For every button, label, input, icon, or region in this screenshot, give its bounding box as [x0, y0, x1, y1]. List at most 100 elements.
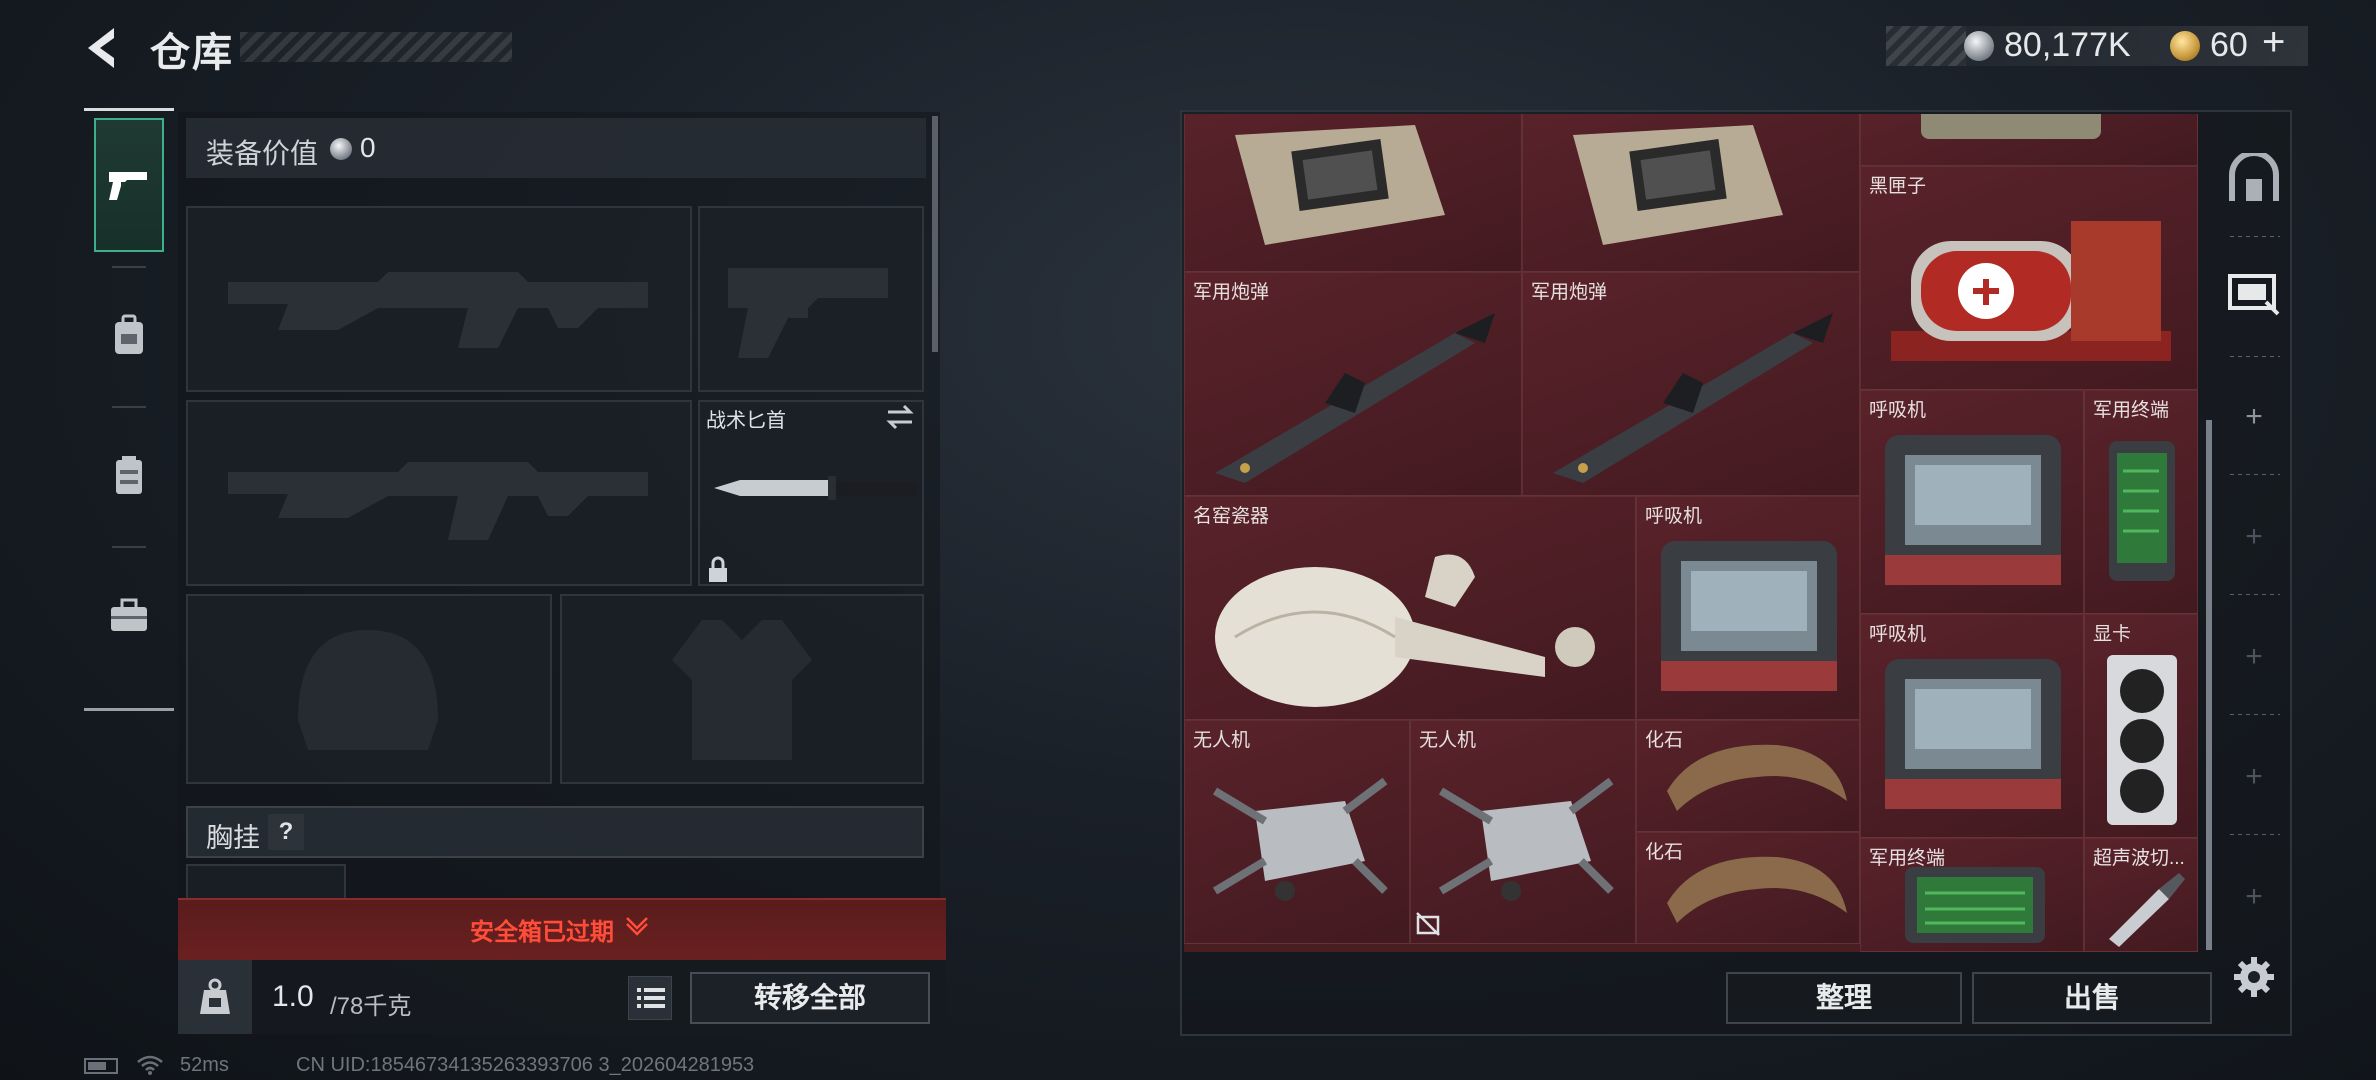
plus-icon: +	[2245, 400, 2263, 433]
military-terminal-icon	[2109, 441, 2175, 581]
item-label: 无人机	[1419, 730, 1477, 751]
stash-tab-collection[interactable]	[2220, 258, 2288, 328]
back-arrow-icon[interactable]	[78, 22, 130, 74]
circuit-board-icon	[1235, 125, 1445, 245]
add-stash-tab-button[interactable]: +	[2220, 622, 2288, 692]
item-cell[interactable]: 超声波切...	[2084, 838, 2198, 952]
wifi-icon	[137, 1055, 163, 1075]
silver-coin-icon	[330, 138, 352, 160]
black-box-icon	[1891, 221, 2171, 361]
item-label: 黑匣子	[1869, 176, 1927, 197]
side-separator	[2230, 834, 2280, 835]
equipment-scrollbar[interactable]	[932, 116, 938, 352]
weight-current: 1.0	[272, 980, 314, 1013]
ventilator-icon	[1885, 435, 2061, 585]
chest-rig-slot[interactable]	[186, 864, 346, 900]
missile-icon	[1215, 313, 1495, 483]
chevron-down-icon	[626, 917, 648, 936]
tab-vest[interactable]	[94, 408, 164, 542]
helmet-silhouette-icon	[298, 630, 438, 750]
pistol-icon	[109, 172, 147, 200]
tab-backpack[interactable]	[94, 268, 164, 402]
porcelain-vase-icon	[1215, 554, 1595, 707]
weight-icon	[200, 978, 230, 1014]
chest-rig-label: 胸挂	[206, 823, 260, 853]
list-icon	[637, 988, 665, 1008]
sell-button[interactable]: 出售	[1972, 972, 2212, 1024]
side-separator	[2230, 714, 2280, 715]
helmet-slot[interactable]	[186, 594, 552, 784]
vault-icon	[2229, 153, 2279, 201]
gear-icon	[2234, 957, 2274, 997]
item-cell[interactable]: 军用炮弹	[1184, 272, 1522, 496]
tabbar-bottom-line	[84, 708, 174, 711]
item-label: 军用终端	[2093, 400, 2170, 421]
tab-weapons[interactable]	[94, 118, 164, 252]
ventilator-icon	[1661, 541, 1837, 691]
stash-grid: 黑匣子 军用炮弹 军用炮弹 呼吸机 军用终端 名窑瓷器 呼吸机 呼吸机 显卡 无…	[1184, 114, 2198, 952]
rifle-silhouette-icon	[228, 272, 648, 348]
sort-button[interactable]: 整理	[1726, 972, 1962, 1024]
item-cell[interactable]: 呼吸机	[1860, 614, 2084, 838]
settings-button[interactable]	[2220, 942, 2288, 1012]
backpack-icon	[115, 314, 143, 354]
body-armor-silhouette-icon	[672, 620, 812, 760]
user-uid: CN UID:18546734135263393706 3_2026042819…	[296, 1054, 755, 1076]
pistol-silhouette-icon	[728, 268, 888, 358]
transfer-all-button[interactable]: 转移全部	[690, 972, 930, 1024]
collection-icon	[2228, 274, 2280, 316]
item-cell[interactable]: 军用终端	[1860, 838, 2084, 952]
missile-icon	[1553, 313, 1833, 483]
item-cell[interactable]	[1860, 114, 2198, 166]
vest-icon	[116, 456, 142, 494]
item-cell[interactable]: 无人机	[1184, 720, 1410, 944]
briefcase-icon	[111, 598, 147, 631]
melee-slot-label: 战术匕首	[706, 410, 786, 432]
list-view-button[interactable]	[628, 976, 672, 1020]
fossil-claw-icon	[1667, 856, 1847, 923]
add-stash-tab-button[interactable]: +	[2220, 862, 2288, 932]
stash-scrollbar[interactable]	[2206, 420, 2212, 950]
no-insure-icon	[1416, 912, 1440, 936]
swap-icon[interactable]	[884, 404, 916, 430]
primary-weapon-slot[interactable]	[186, 206, 692, 392]
item-cell[interactable]: 名窑瓷器	[1184, 496, 1636, 720]
category-tabs	[84, 108, 174, 712]
circuit-board-icon	[1573, 125, 1783, 245]
item-cell[interactable]: 无人机	[1410, 720, 1636, 944]
add-currency-button[interactable]: +	[2262, 20, 2285, 65]
item-cell[interactable]: 黑匣子	[1860, 166, 2198, 390]
secondary-weapon-slot[interactable]	[186, 400, 692, 586]
item-cell[interactable]: 呼吸机	[1636, 496, 1860, 720]
weight-max: /78千克	[330, 993, 412, 1020]
stash-tab-home[interactable]	[2220, 144, 2288, 214]
drone-icon	[1212, 777, 1388, 901]
graphics-card-icon	[2107, 655, 2177, 825]
ventilator-icon	[1885, 659, 2061, 809]
item-cell[interactable]: 呼吸机	[1860, 390, 2084, 614]
add-stash-tab-button[interactable]: +	[2220, 742, 2288, 812]
item-label: 超声波切...	[2093, 848, 2185, 869]
item-cell[interactable]: 化石	[1636, 720, 1860, 832]
help-button[interactable]: ?	[268, 814, 304, 850]
armor-slot[interactable]	[560, 594, 924, 784]
item-cell[interactable]	[1522, 114, 1860, 272]
item-cell[interactable]	[1184, 114, 1522, 272]
sidearm-slot[interactable]	[698, 206, 924, 392]
item-cell[interactable]: 军用炮弹	[1522, 272, 1860, 496]
silver-coin-icon	[1964, 31, 1994, 61]
item-label: 军用炮弹	[1193, 282, 1270, 303]
item-cell[interactable]: 化石	[1636, 832, 1860, 944]
side-separator	[2230, 356, 2280, 357]
battery-icon	[84, 1058, 118, 1074]
item-cell[interactable]: 军用终端	[2084, 390, 2198, 614]
item-cell[interactable]: 显卡	[2084, 614, 2198, 838]
item-label: 呼吸机	[1645, 506, 1703, 527]
add-stash-tab-button[interactable]: +	[2220, 382, 2288, 452]
tactical-knife-icon	[714, 476, 916, 500]
plus-icon: +	[2245, 880, 2263, 913]
item-label: 军用炮弹	[1531, 282, 1608, 303]
tab-case[interactable]	[94, 548, 164, 682]
gold-coin-icon	[2170, 31, 2200, 61]
add-stash-tab-button[interactable]: +	[2220, 502, 2288, 572]
